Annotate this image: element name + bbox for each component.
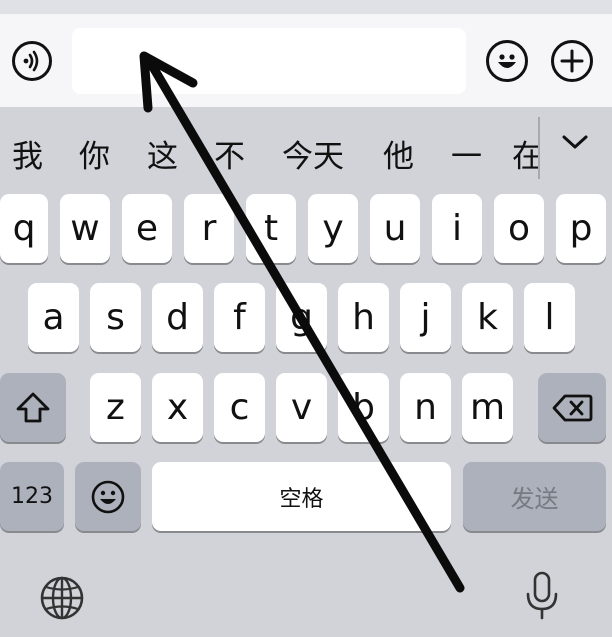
voice-wave-icon — [23, 50, 39, 72]
key-l[interactable]: l — [524, 283, 575, 352]
smiley-icon — [91, 480, 125, 513]
key-z[interactable]: z — [90, 373, 141, 442]
candidate-bar: 我 你 这 不 今天 他 一 在 — [0, 107, 612, 193]
key-t[interactable]: t — [246, 194, 296, 263]
expand-candidates-button[interactable] — [558, 129, 592, 159]
key-p[interactable]: p — [556, 194, 606, 263]
smiley-icon — [498, 54, 516, 68]
key-q[interactable]: q — [0, 194, 48, 263]
emoji-key[interactable] — [75, 462, 141, 531]
globe-button[interactable] — [38, 574, 86, 622]
candidate-item[interactable]: 今天 — [282, 131, 344, 176]
top-strip — [0, 0, 612, 14]
key-s[interactable]: s — [90, 283, 141, 352]
candidate-divider — [538, 117, 540, 179]
key-i[interactable]: i — [432, 194, 482, 263]
key-a[interactable]: a — [28, 283, 79, 352]
candidate-item[interactable]: 在 — [512, 131, 538, 175]
candidate-item[interactable]: 不 — [214, 131, 245, 176]
key-o[interactable]: o — [494, 194, 544, 263]
microphone-button[interactable] — [522, 570, 562, 622]
delete-key[interactable] — [538, 373, 606, 442]
key-u[interactable]: u — [370, 194, 420, 263]
key-x[interactable]: x — [152, 373, 203, 442]
shift-arrow-icon — [16, 392, 50, 422]
key-e[interactable]: e — [122, 194, 172, 263]
emoji-button[interactable] — [486, 40, 528, 82]
key-n[interactable]: n — [400, 373, 451, 442]
candidate-item[interactable]: 他 — [383, 131, 414, 176]
candidate-item[interactable]: 你 — [79, 131, 110, 176]
input-bar — [0, 14, 612, 107]
key-b[interactable]: b — [338, 373, 389, 442]
plus-button[interactable] — [551, 40, 593, 82]
space-key[interactable]: 空格 — [152, 462, 451, 531]
candidate-item[interactable]: 一 — [451, 131, 482, 176]
shift-key[interactable] — [0, 373, 66, 442]
microphone-icon — [526, 571, 558, 620]
message-input[interactable] — [72, 28, 466, 94]
key-c[interactable]: c — [214, 373, 265, 442]
voice-button[interactable] — [12, 41, 52, 81]
key-k[interactable]: k — [462, 283, 513, 352]
key-w[interactable]: w — [60, 194, 110, 263]
key-d[interactable]: d — [152, 283, 203, 352]
numbers-key[interactable]: 123 — [0, 462, 64, 531]
plus-icon — [560, 49, 584, 73]
key-g[interactable]: g — [276, 283, 327, 352]
backspace-icon — [552, 394, 593, 421]
key-f[interactable]: f — [214, 283, 265, 352]
key-h[interactable]: h — [338, 283, 389, 352]
key-m[interactable]: m — [462, 373, 513, 442]
send-key[interactable]: 发送 — [463, 462, 606, 531]
globe-icon — [40, 576, 84, 620]
chevron-down-icon — [562, 135, 588, 149]
key-y[interactable]: y — [308, 194, 358, 263]
candidate-item[interactable]: 我 — [12, 131, 43, 176]
key-r[interactable]: r — [184, 194, 234, 263]
candidate-item[interactable]: 这 — [147, 131, 178, 176]
key-v[interactable]: v — [276, 373, 327, 442]
key-j[interactable]: j — [400, 283, 451, 352]
